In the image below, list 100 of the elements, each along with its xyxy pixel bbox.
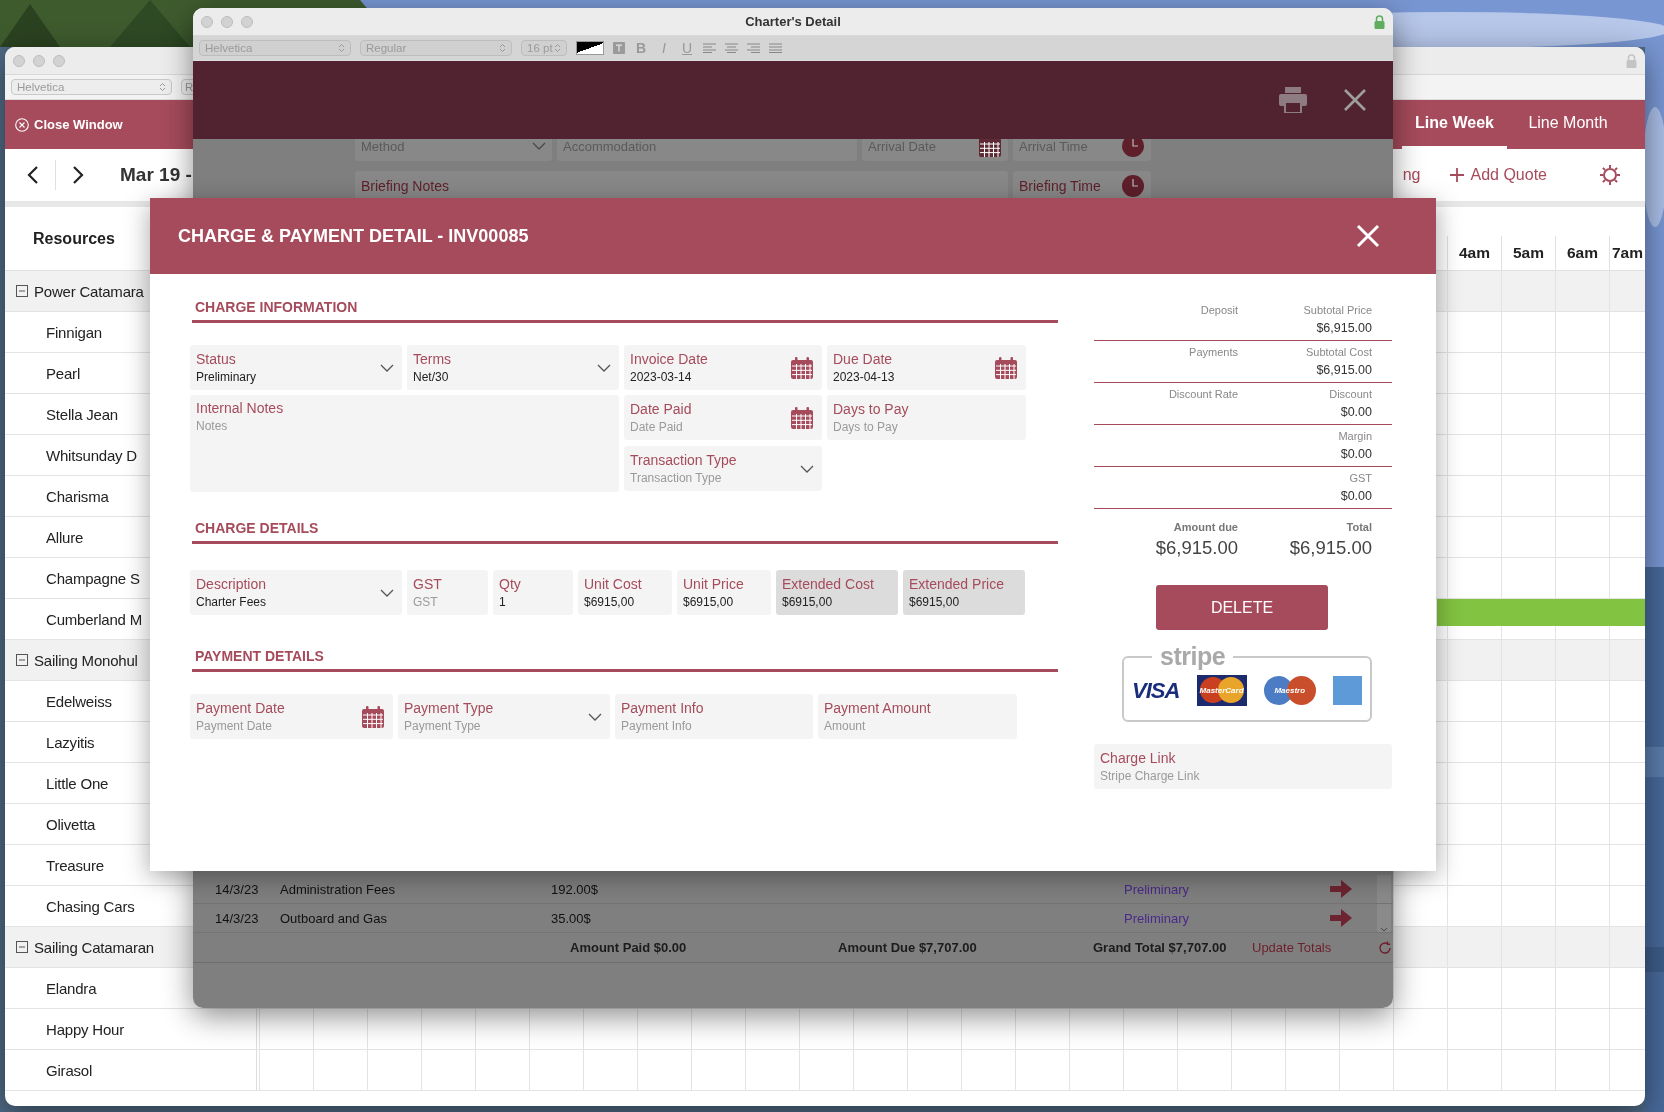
- date-range: Mar 19 -: [120, 164, 192, 186]
- input-field[interactable]: Extended Cost $6915,00: [776, 570, 898, 615]
- resource-label[interactable]: Happy Hour: [46, 1020, 125, 1038]
- chevron-down-icon[interactable]: [1380, 927, 1388, 932]
- resource-label[interactable]: Edelweiss: [46, 692, 112, 710]
- date-field[interactable]: Invoice Date 2023-03-14: [624, 345, 822, 390]
- amount-paid: Amount Paid $0.00: [570, 940, 688, 955]
- date-field[interactable]: Due Date 2023-04-13: [827, 345, 1026, 390]
- table-cell-text: Outboard and Gas: [280, 910, 388, 926]
- calendar-icon[interactable]: [994, 355, 1018, 380]
- hour-header: 5am: [1501, 236, 1555, 270]
- date-field[interactable]: Payment Date Payment Date: [190, 694, 393, 739]
- summary-label: Discount Rate: [1167, 388, 1238, 402]
- toolbar-link[interactable]: ng: [1402, 166, 1421, 184]
- resource-label[interactable]: Chasing Cars: [46, 897, 135, 915]
- window-button[interactable]: [53, 54, 65, 67]
- resource-label[interactable]: Cumberland M: [46, 610, 142, 628]
- input-field[interactable]: Unit Cost $6915,00: [578, 570, 672, 615]
- input-field[interactable]: Briefing Time: [1013, 171, 1151, 201]
- print-icon[interactable]: [1279, 87, 1307, 113]
- plus-icon: [1448, 167, 1465, 183]
- calendar-icon[interactable]: [790, 355, 814, 380]
- lock-icon: [1626, 53, 1637, 68]
- input-field[interactable]: Charge Link Stripe Charge Link: [1094, 744, 1392, 789]
- window-button[interactable]: [33, 54, 45, 67]
- resource-label[interactable]: Olivetta: [46, 815, 96, 833]
- dropdown-field[interactable]: Status Preliminary: [190, 345, 402, 390]
- close-window-button[interactable]: Close Window: [5, 100, 133, 149]
- input-field[interactable]: Briefing Notes: [355, 171, 1008, 201]
- resource-label[interactable]: Elandra: [46, 979, 97, 997]
- section-title: CHARGE DETAILS: [194, 520, 320, 536]
- minus-box-icon[interactable]: [16, 285, 28, 297]
- resource-label[interactable]: Charisma: [46, 487, 109, 505]
- calendar-icon[interactable]: [790, 405, 814, 430]
- chevron-down-icon: [588, 712, 602, 721]
- input-field[interactable]: Unit Price $6915,00: [677, 570, 771, 615]
- resource-label[interactable]: Finnigan: [46, 323, 102, 341]
- amount-due-label: Amount due: [1173, 521, 1238, 533]
- amount-due-value: $6,915.00: [1155, 537, 1238, 559]
- close-circle-icon: [15, 117, 29, 132]
- resource-label[interactable]: Stella Jean: [46, 405, 119, 423]
- group-label[interactable]: Power Catamara: [34, 282, 144, 300]
- chevron-down-icon: [800, 464, 814, 473]
- resource-label[interactable]: Treasure: [46, 856, 104, 874]
- view-tab[interactable]: Line Month: [1507, 100, 1629, 149]
- clock-icon[interactable]: [1121, 174, 1145, 198]
- summary-value: $0.00: [1340, 447, 1372, 461]
- group-label[interactable]: Sailing Monohul: [34, 651, 138, 669]
- total-value: $6,915.00: [1289, 537, 1372, 559]
- resource-label[interactable]: Lazyitis: [46, 733, 95, 751]
- resource-label[interactable]: Girasol: [46, 1061, 93, 1079]
- delete-button[interactable]: DELETE: [1156, 585, 1328, 630]
- settings-icon[interactable]: [1599, 164, 1621, 186]
- group-label[interactable]: Sailing Catamaran: [34, 938, 154, 956]
- add-quote-button[interactable]: Add Quote: [1448, 166, 1547, 184]
- summary-value: $0.00: [1340, 489, 1372, 503]
- input-field[interactable]: Payment Amount Amount: [818, 694, 1017, 739]
- resource-label[interactable]: Champagne S: [46, 569, 140, 587]
- chevron-down-icon: [380, 363, 394, 372]
- window-button[interactable]: [13, 54, 25, 67]
- hour-header: 6am: [1555, 236, 1609, 270]
- dropdown-field[interactable]: Transaction Type Transaction Type: [624, 446, 822, 491]
- calendar-icon[interactable]: [361, 704, 385, 729]
- resource-label[interactable]: Allure: [46, 528, 84, 546]
- next-icon[interactable]: [72, 166, 84, 184]
- arrow-right-icon[interactable]: [1330, 880, 1352, 898]
- notes-field[interactable]: Internal Notes Notes: [190, 395, 619, 492]
- resource-label[interactable]: Whitsunday D: [46, 446, 137, 464]
- scrollbar[interactable]: [1377, 904, 1391, 932]
- date-field[interactable]: Date Paid Date Paid: [624, 395, 822, 440]
- summary-label: Subtotal Price: [1303, 304, 1372, 316]
- dropdown-field[interactable]: Description Charter Fees: [190, 570, 402, 615]
- view-tab[interactable]: Line Week: [1402, 100, 1507, 149]
- summary-label: Payments: [1188, 346, 1238, 360]
- minus-box-icon[interactable]: [16, 941, 28, 953]
- input-field[interactable]: Extended Price $6915,00: [903, 570, 1025, 615]
- stripe-logo: stripe: [1159, 642, 1227, 671]
- input-field[interactable]: GST GST: [407, 570, 488, 615]
- resource-label[interactable]: Little One: [46, 774, 109, 792]
- table-cell-text: 14/3/23: [215, 881, 260, 897]
- refresh-icon[interactable]: [1378, 940, 1392, 955]
- dropdown-field[interactable]: Payment Type Payment Type: [398, 694, 610, 739]
- table-cell-text: Administration Fees: [280, 881, 396, 897]
- calendar-icon[interactable]: [978, 139, 1002, 158]
- amount-due: Amount Due $7,707.00: [838, 940, 978, 955]
- input-field[interactable]: Days to Pay Days to Pay: [827, 395, 1026, 440]
- input-field[interactable]: Qty 1: [493, 570, 573, 615]
- arrow-right-icon[interactable]: [1330, 909, 1352, 927]
- resource-label[interactable]: Pearl: [46, 364, 81, 382]
- chevron-down-icon: [532, 142, 546, 150]
- minus-box-icon[interactable]: [16, 654, 28, 666]
- input-field[interactable]: Payment Info Payment Info: [615, 694, 813, 739]
- chevron-down-icon: [597, 363, 611, 372]
- scrollbar[interactable]: [1377, 875, 1391, 903]
- dropdown-field[interactable]: Terms Net/30: [407, 345, 619, 390]
- close-icon[interactable]: [1343, 88, 1367, 112]
- clock-icon[interactable]: [1121, 139, 1145, 158]
- previous-icon[interactable]: [27, 166, 39, 184]
- summary-label: Subtotal Cost: [1305, 346, 1372, 358]
- table-cell-text: 14/3/23: [215, 910, 260, 926]
